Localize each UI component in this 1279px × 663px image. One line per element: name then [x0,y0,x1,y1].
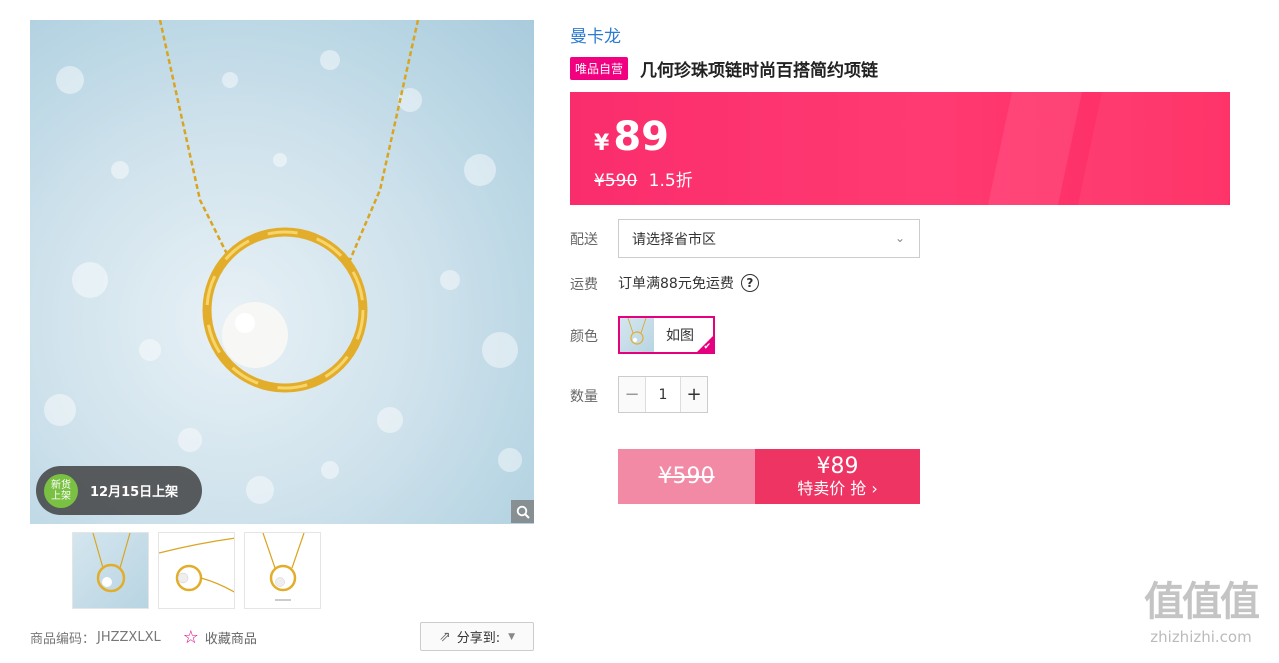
self-operated-tag: 唯品自营 [570,57,629,80]
thumbnail-3[interactable] [244,532,321,609]
quantity-stepper: − 1 + [618,376,708,413]
favorite-label: 收藏商品 [204,631,257,647]
zoom-icon[interactable] [511,500,534,523]
region-select-value: 请选择省市区 [632,231,716,248]
thumbnail-2[interactable] [158,532,235,609]
watermark: 值值值 zhizhizhi.com [1128,580,1274,646]
buy-original-price: ¥590 [618,449,755,504]
product-code-label: 商品编码： [30,631,96,647]
color-label: 颜色 [570,329,598,345]
price-sub: ¥590 1.5折 [594,166,693,191]
delivery-label: 配送 [570,232,598,248]
chevron-down-icon: ⌄ [894,231,905,245]
caret-down-icon: ▼ [508,631,516,642]
share-button[interactable]: ⇗ 分享到: ▼ [420,622,534,651]
currency-symbol: ¥ [594,131,610,156]
checkmark-icon: ✔ [703,342,711,352]
question-icon[interactable]: ? [740,274,759,292]
shipping-label: 运费 [570,277,598,293]
quantity-label: 数量 [570,389,598,405]
launch-date-badge: 新货 上架 12月15日上架 [36,466,202,515]
chevron-right-icon: › [871,478,878,498]
shipping-info: 订单满88元免运费 ? [618,273,759,293]
title-row: 唯品自营 几何珍珠项链时尚百搭简约项链 [570,56,878,81]
main-product-image[interactable] [30,20,534,524]
minus-button[interactable]: − [619,377,645,412]
current-price-value: 89 [613,114,669,160]
color-option[interactable]: 如图 ✔ [618,316,715,354]
current-price: ¥ 89 [594,114,669,160]
launch-date-text: 12月15日上架 [90,485,179,500]
quantity-value[interactable]: 1 [645,377,681,412]
watermark-url: zhizhizhi.com [1150,628,1252,646]
region-select[interactable]: 请选择省市区 ⌄ [618,219,920,258]
original-price: ¥590 [594,171,638,191]
watermark-logo: 值值值 [1144,579,1260,625]
thumbnail-1[interactable] [72,532,149,609]
plus-button[interactable]: + [681,377,707,412]
favorite-button[interactable]: ☆ 收藏商品 [183,627,257,648]
thumbnail-strip [72,532,321,609]
buy-button[interactable]: ¥590 ¥89 特卖价 抢 › [618,449,920,504]
star-icon: ☆ [182,626,199,648]
color-option-label: 如图 [666,328,694,344]
discount: 1.5折 [648,171,693,191]
product-code: JHZZXLXL [97,629,161,645]
brand-link[interactable]: 曼卡龙 [570,22,621,47]
shipping-text: 订单满88元免运费 [618,276,734,292]
price-panel: ¥ 89 ¥590 1.5折 [570,92,1230,205]
necklace-illustration [44,20,522,504]
buy-label: 特卖价 抢 › [797,478,878,498]
buy-sale-price: ¥89 [816,453,859,479]
color-thumbnail [620,318,654,352]
share-label: 分享到: [456,631,501,646]
share-icon: ⇗ [438,628,451,645]
new-arrival-icon: 新货 上架 [44,473,78,508]
buy-sale-block: ¥89 特卖价 抢 › [755,449,920,504]
product-title: 几何珍珠项链时尚百搭简约项链 [640,61,879,81]
